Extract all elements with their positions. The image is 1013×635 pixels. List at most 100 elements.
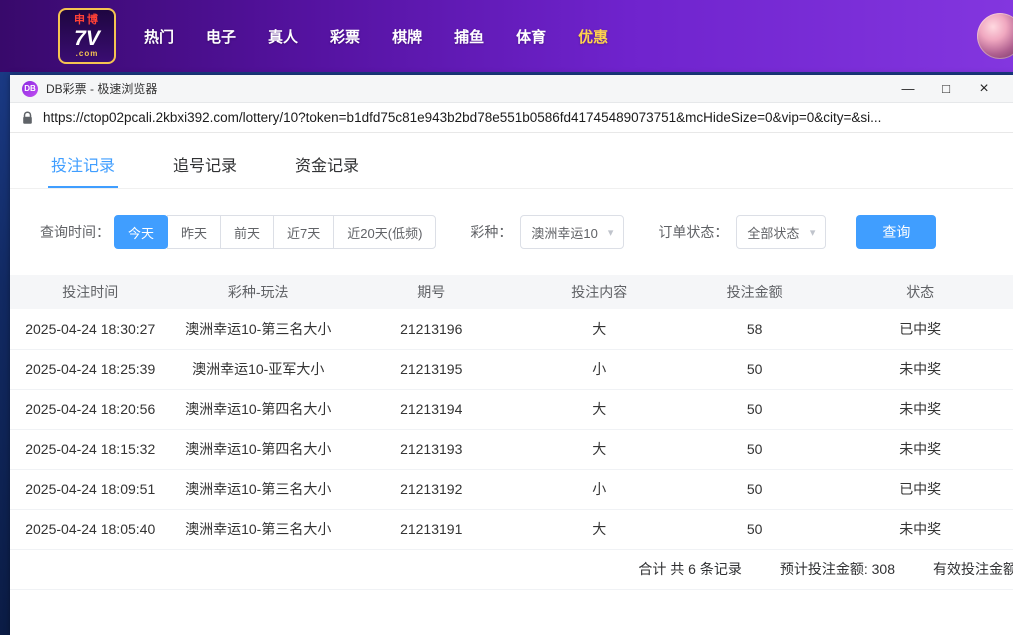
- nav-item-chess[interactable]: 棋牌: [392, 26, 422, 47]
- header-play-type: 彩种-玩法: [170, 275, 346, 309]
- main-menu: 热门 电子 真人 彩票 棋牌 捕鱼 体育 优惠: [144, 26, 608, 47]
- lottery-filter-label: 彩种：: [470, 222, 512, 242]
- cell-bet-time: 2025-04-24 18:20:56: [10, 389, 170, 429]
- header-amount: 投注金额: [682, 275, 827, 309]
- time-filter-yesterday[interactable]: 昨天: [167, 215, 221, 249]
- cell-status: 未中奖: [827, 509, 1013, 549]
- lottery-select-value: 澳洲幸运10: [531, 223, 597, 242]
- site-logo-text-top: 申博: [74, 15, 100, 26]
- nav-item-promo[interactable]: 优惠: [578, 26, 608, 47]
- table-row: 2025-04-24 18:05:40 澳洲幸运10-第三名大小 2121319…: [10, 509, 1013, 549]
- site-logo-text-main: 7V: [74, 28, 100, 49]
- cell-bet-time: 2025-04-24 18:30:27: [10, 309, 170, 349]
- tab-bet-records[interactable]: 投注记录: [48, 147, 118, 188]
- search-button[interactable]: 查询: [856, 215, 936, 249]
- lock-icon: [22, 111, 33, 125]
- window-title: DB彩票 - 极速浏览器: [46, 80, 157, 97]
- cell-amount: 50: [682, 509, 827, 549]
- lottery-select[interactable]: 澳洲幸运10 ▾: [520, 215, 624, 249]
- cell-amount: 58: [682, 309, 827, 349]
- time-filter-today[interactable]: 今天: [114, 215, 168, 249]
- table-row: 2025-04-24 18:30:27 澳洲幸运10-第三名大小 2121319…: [10, 309, 1013, 349]
- header-bet-time: 投注时间: [10, 275, 170, 309]
- chevron-down-icon: ▾: [608, 226, 614, 239]
- cell-amount: 50: [682, 429, 827, 469]
- nav-item-lottery[interactable]: 彩票: [330, 26, 360, 47]
- time-filter-20days[interactable]: 近20天(低频): [333, 215, 436, 249]
- url-text[interactable]: https://ctop02pcali.2kbxi392.com/lottery…: [43, 110, 881, 125]
- cell-amount: 50: [682, 389, 827, 429]
- user-avatar[interactable]: [977, 13, 1013, 59]
- cell-play-type: 澳洲幸运10-第四名大小: [170, 389, 346, 429]
- cell-amount: 50: [682, 349, 827, 389]
- window-controls: — □ ×: [889, 75, 1003, 103]
- cell-content: 大: [516, 309, 681, 349]
- cell-status: 未中奖: [827, 349, 1013, 389]
- cell-issue: 21213194: [346, 389, 517, 429]
- cell-play-type: 澳洲幸运10-第三名大小: [170, 309, 346, 349]
- close-button[interactable]: ×: [965, 75, 1003, 103]
- cell-play-type: 澳洲幸运10-第三名大小: [170, 509, 346, 549]
- db-logo-icon: DB: [22, 81, 38, 97]
- table-row: 2025-04-24 18:25:39 澳洲幸运10-亚军大小 21213195…: [10, 349, 1013, 389]
- cell-bet-time: 2025-04-24 18:25:39: [10, 349, 170, 389]
- table-header-row: 投注时间 彩种-玩法 期号 投注内容 投注金额 状态: [10, 275, 1013, 309]
- cell-content: 小: [516, 469, 681, 509]
- cell-amount: 50: [682, 469, 827, 509]
- tab-fund-records[interactable]: 资金记录: [292, 147, 362, 188]
- table-row: 2025-04-24 18:15:32 澳洲幸运10-第四名大小 2121319…: [10, 429, 1013, 469]
- minimize-button[interactable]: —: [889, 75, 927, 103]
- site-logo-text-sub: .com: [76, 50, 99, 58]
- cell-bet-time: 2025-04-24 18:15:32: [10, 429, 170, 469]
- summary-expected-amount: 预计投注金额: 308: [780, 559, 895, 579]
- table-row: 2025-04-24 18:20:56 澳洲幸运10-第四名大小 2121319…: [10, 389, 1013, 429]
- bet-records-table: 投注时间 彩种-玩法 期号 投注内容 投注金额 状态 2025-04-24 18…: [10, 275, 1013, 550]
- browser-window: DB DB彩票 - 极速浏览器 — □ × https://ctop02pcal…: [10, 75, 1013, 635]
- cell-status: 未中奖: [827, 389, 1013, 429]
- cell-content: 大: [516, 389, 681, 429]
- summary-valid-amount: 有效投注金额: [933, 559, 1013, 579]
- nav-item-sports[interactable]: 体育: [516, 26, 546, 47]
- cell-issue: 21213193: [346, 429, 517, 469]
- nav-item-live[interactable]: 真人: [268, 26, 298, 47]
- status-select-value: 全部状态: [747, 223, 799, 242]
- time-filter-group: 今天 昨天 前天 近7天 近20天(低频): [114, 215, 436, 249]
- cell-status: 已中奖: [827, 469, 1013, 509]
- cell-bet-time: 2025-04-24 18:09:51: [10, 469, 170, 509]
- cell-play-type: 澳洲幸运10-第四名大小: [170, 429, 346, 469]
- tab-bar: 投注记录 追号记录 资金记录: [10, 133, 1013, 189]
- header-content: 投注内容: [516, 275, 681, 309]
- cell-play-type: 澳洲幸运10-亚军大小: [170, 349, 346, 389]
- site-navbar: 申博 7V .com 热门 电子 真人 彩票 棋牌 捕鱼 体育 优惠: [0, 0, 1013, 72]
- header-status: 状态: [827, 275, 1013, 309]
- status-select[interactable]: 全部状态 ▾: [736, 215, 826, 249]
- cell-issue: 21213191: [346, 509, 517, 549]
- cell-content: 小: [516, 349, 681, 389]
- chevron-down-icon: ▾: [810, 226, 816, 239]
- table-row: 2025-04-24 18:09:51 澳洲幸运10-第三名大小 2121319…: [10, 469, 1013, 509]
- time-filter-7days[interactable]: 近7天: [273, 215, 334, 249]
- maximize-button[interactable]: □: [927, 75, 965, 103]
- cell-issue: 21213196: [346, 309, 517, 349]
- site-logo[interactable]: 申博 7V .com: [58, 8, 116, 64]
- summary-total-count: 合计 共 6 条记录: [638, 559, 741, 579]
- table-summary: 合计 共 6 条记录 预计投注金额: 308 有效投注金额: [10, 550, 1013, 590]
- nav-item-slots[interactable]: 电子: [206, 26, 236, 47]
- cell-content: 大: [516, 509, 681, 549]
- time-filter-daybefore[interactable]: 前天: [220, 215, 274, 249]
- header-issue: 期号: [346, 275, 517, 309]
- cell-status: 未中奖: [827, 429, 1013, 469]
- cell-issue: 21213192: [346, 469, 517, 509]
- time-filter-label: 查询时间：: [40, 222, 110, 242]
- page-content: 投注记录 追号记录 资金记录 查询时间： 今天 昨天 前天 近7天 近20天(低…: [10, 133, 1013, 635]
- tab-chase-records[interactable]: 追号记录: [170, 147, 240, 188]
- nav-item-hot[interactable]: 热门: [144, 26, 174, 47]
- status-filter-label: 订单状态：: [658, 222, 728, 242]
- address-bar: https://ctop02pcali.2kbxi392.com/lottery…: [10, 103, 1013, 133]
- cell-status: 已中奖: [827, 309, 1013, 349]
- nav-item-fishing[interactable]: 捕鱼: [454, 26, 484, 47]
- cell-content: 大: [516, 429, 681, 469]
- cell-play-type: 澳洲幸运10-第三名大小: [170, 469, 346, 509]
- browser-titlebar: DB DB彩票 - 极速浏览器 — □ ×: [10, 75, 1013, 103]
- cell-bet-time: 2025-04-24 18:05:40: [10, 509, 170, 549]
